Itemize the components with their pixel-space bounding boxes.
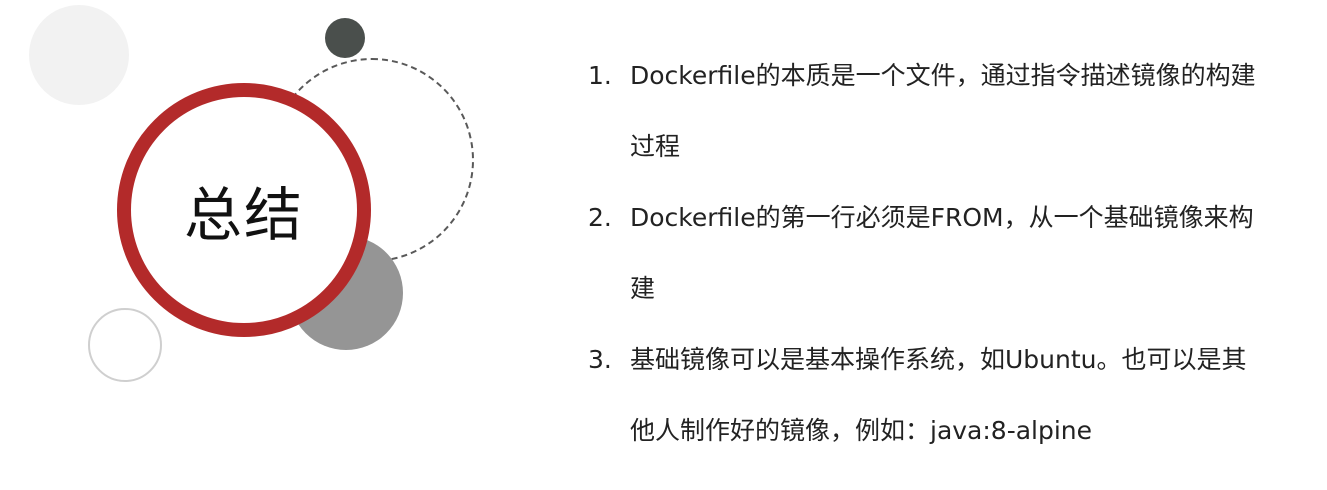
summary-item-3: 3. 基础镜像可以是基本操作系统，如Ubuntu。也可以是其他人制作好的镜像，例… <box>588 324 1288 466</box>
slide-canvas: 总结 1. Dockerfile的本质是一个文件，通过指令描述镜像的构建过程 2… <box>0 0 1327 490</box>
summary-item-number: 2. <box>588 203 612 232</box>
summary-item-2: 2. Dockerfile的第一行必须是FROM，从一个基础镜像来构建 <box>588 182 1288 324</box>
light-gray-circle-decoration <box>29 5 129 105</box>
summary-item-text: Dockerfile的第一行必须是FROM，从一个基础镜像来构建 <box>630 203 1254 303</box>
summary-list: 1. Dockerfile的本质是一个文件，通过指令描述镜像的构建过程 2. D… <box>588 40 1288 466</box>
outline-circle-decoration <box>88 308 162 382</box>
dark-circle-decoration <box>325 18 365 58</box>
summary-item-text: Dockerfile的本质是一个文件，通过指令描述镜像的构建过程 <box>630 61 1256 161</box>
summary-item-number: 1. <box>588 61 612 90</box>
slide-title: 总结 <box>183 181 304 249</box>
title-ring: 总结 <box>117 83 371 337</box>
summary-item-text: 基础镜像可以是基本操作系统，如Ubuntu。也可以是其他人制作好的镜像，例如：j… <box>630 345 1247 445</box>
summary-item-1: 1. Dockerfile的本质是一个文件，通过指令描述镜像的构建过程 <box>588 40 1288 182</box>
summary-item-number: 3. <box>588 345 612 374</box>
